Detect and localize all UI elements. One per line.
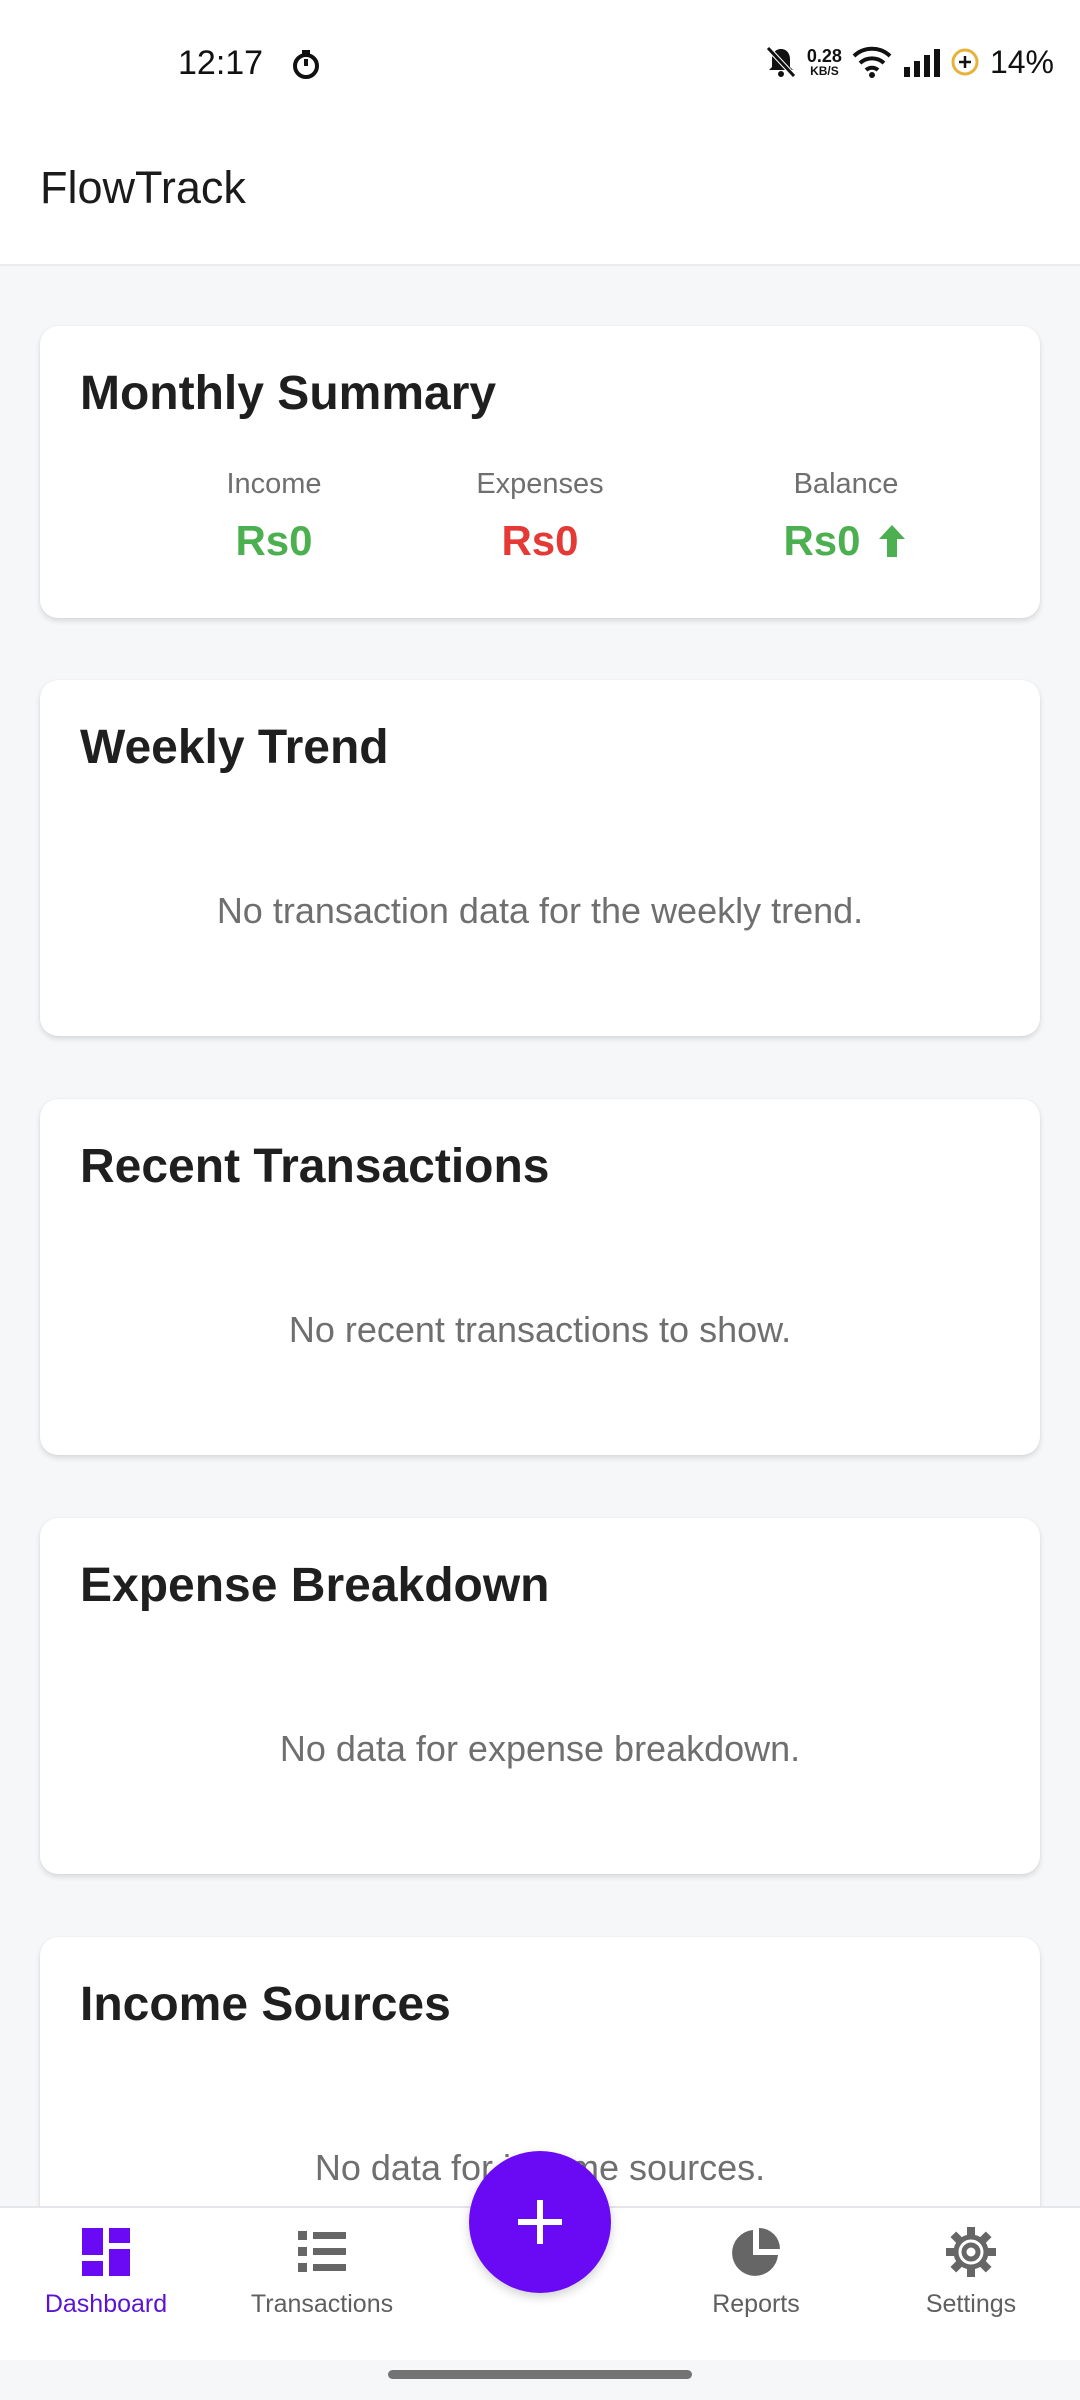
income-summary: Income Rs0	[124, 468, 424, 565]
battery-percent: 14%	[989, 43, 1054, 80]
card-title: Income Sources	[80, 1978, 451, 2031]
expense-breakdown-card: Expense Breakdown No data for expense br…	[40, 1518, 1040, 1874]
status-time: 12:17	[178, 44, 264, 82]
battery-saver-icon	[951, 48, 979, 76]
add-transaction-button[interactable]	[469, 2151, 611, 2293]
nav-label: Transactions	[250, 2290, 394, 2318]
plus-icon	[518, 2200, 562, 2244]
signal-icon	[903, 49, 940, 77]
home-gesture-bar[interactable]	[388, 2370, 692, 2379]
wifi-icon	[852, 46, 892, 78]
timer-icon	[293, 50, 319, 79]
gear-icon	[946, 2227, 996, 2277]
card-title: Expense Breakdown	[80, 1559, 550, 1612]
nav-label: Settings	[925, 2290, 1017, 2318]
app-title: FlowTrack	[40, 162, 246, 213]
card-title: Monthly Summary	[80, 367, 497, 420]
empty-message: No transaction data for the weekly trend…	[216, 890, 864, 931]
nav-dashboard[interactable]: Dashboard	[6, 2226, 206, 2319]
expenses-value: Rs0	[501, 517, 579, 564]
list-icon	[298, 2231, 346, 2272]
income-value-row: Rs0	[124, 517, 424, 565]
arrow-up-icon	[878, 525, 905, 557]
monthly-summary-card: Monthly Summary Income Rs0 Expenses Rs0 …	[40, 326, 1040, 618]
gesture-area	[0, 2360, 1080, 2400]
net-speed: 0.28 KB/S	[806, 46, 842, 78]
empty-message: No recent transactions to show.	[288, 1309, 792, 1350]
nav-transactions[interactable]: Transactions	[222, 2226, 422, 2319]
app-bar: FlowTrack	[0, 132, 1080, 266]
nav-label: Reports	[712, 2290, 800, 2318]
empty-message: No data for expense breakdown.	[279, 1728, 801, 1769]
nav-reports[interactable]: Reports	[656, 2226, 856, 2319]
status-bar: 12:17 0.28 KB/S 14%	[0, 0, 1080, 132]
card-title: Weekly Trend	[80, 721, 389, 774]
dashboard-icon	[82, 2228, 130, 2276]
expenses-summary: Expenses Rs0	[390, 468, 690, 565]
card-title: Recent Transactions	[80, 1140, 550, 1193]
mute-icon	[766, 46, 796, 78]
expenses-label: Expenses	[476, 468, 604, 500]
status-icons: 0.28 KB/S 14%	[765, 40, 1054, 84]
balance-label: Balance	[793, 468, 899, 500]
expenses-value-row: Rs0	[390, 517, 690, 565]
balance-value-row: Rs0	[696, 517, 996, 565]
balance-value: Rs0	[783, 517, 861, 564]
nav-label: Dashboard	[44, 2290, 168, 2318]
weekly-trend-card: Weekly Trend No transaction data for the…	[40, 680, 1040, 1036]
pie-chart-icon	[732, 2228, 780, 2276]
recent-transactions-card: Recent Transactions No recent transactio…	[40, 1099, 1040, 1455]
nav-settings[interactable]: Settings	[871, 2226, 1071, 2319]
balance-summary: Balance Rs0	[696, 468, 996, 565]
income-value: Rs0	[235, 517, 313, 564]
income-label: Income	[226, 468, 322, 500]
